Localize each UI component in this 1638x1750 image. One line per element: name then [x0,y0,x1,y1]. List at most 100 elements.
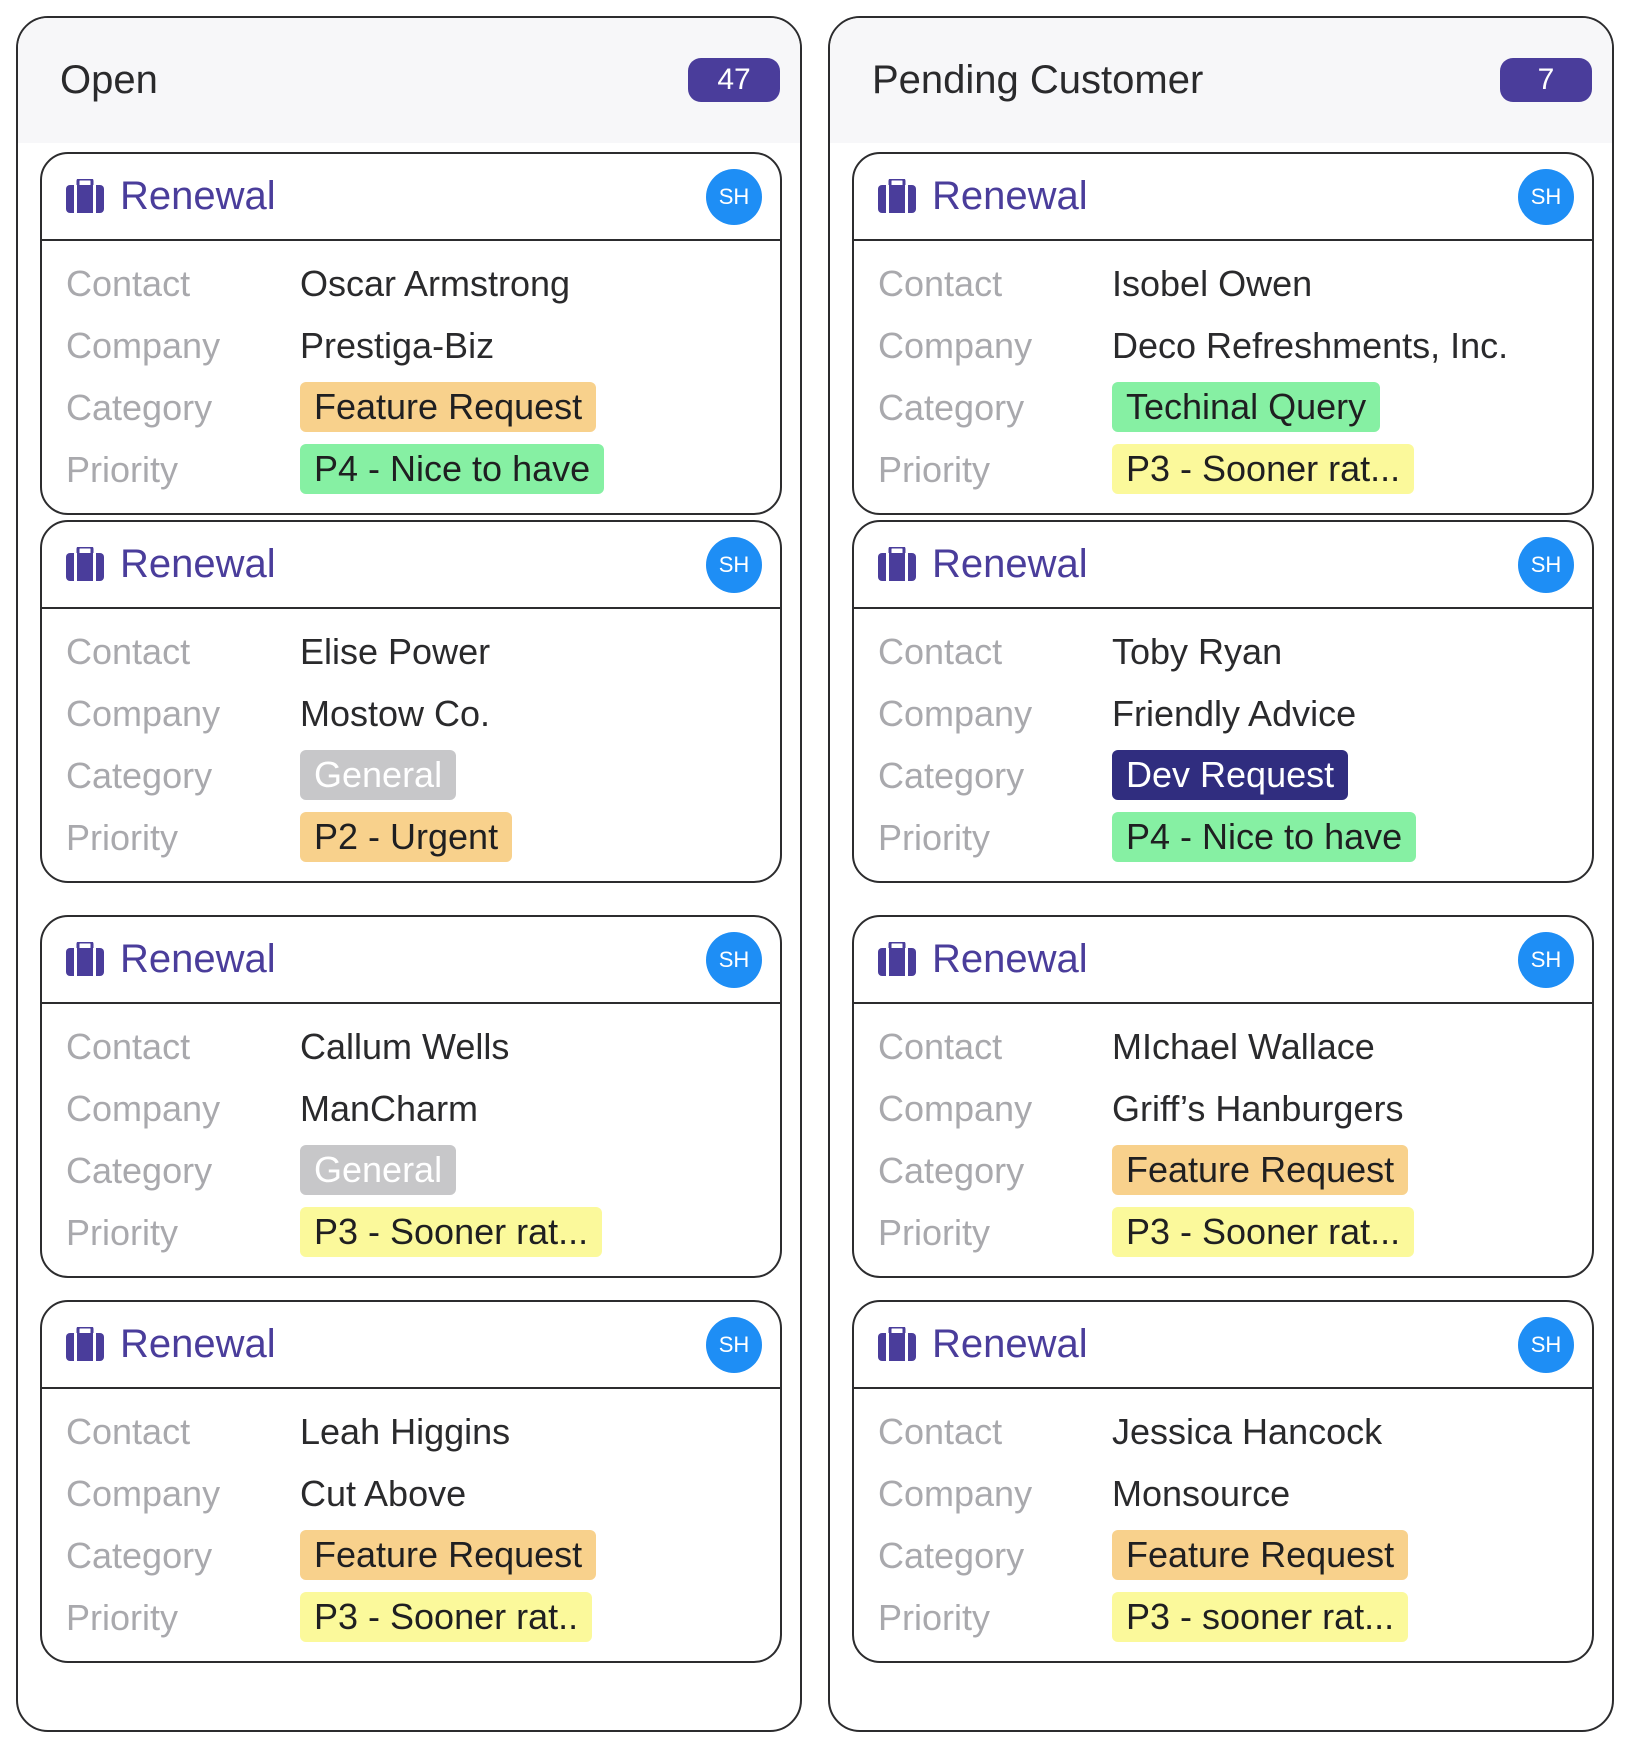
contact-value: Oscar Armstrong [300,263,571,304]
card-header: Renewal SH [42,522,780,609]
assignee-avatar[interactable]: SH [706,932,762,988]
card-title[interactable]: Renewal [932,522,1088,607]
assignee-avatar[interactable]: SH [1518,169,1574,225]
contact-row: Contact MIchael Wallace [854,1016,1592,1078]
company-row: Company Prestiga-Biz [42,315,780,377]
company-label: Company [66,325,221,366]
priority-label: Priority [66,1597,179,1638]
priority-row: Priority P3 - Sooner rat.. [42,1587,780,1649]
category-tag: General [300,1145,457,1195]
ticket-card[interactable]: Renewal SH Contact Isobel Owen Company Deco R… [852,152,1594,515]
ticket-card[interactable]: Renewal SH Contact Oscar Armstrong Company Pr… [40,152,782,515]
card-header: Renewal SH [854,522,1592,609]
contact-value: Toby Ryan [1112,631,1283,672]
category-row: Category Feature Request [854,1140,1592,1202]
ticket-card[interactable]: Renewal SH Contact Leah Higgins Company Cut A… [40,1300,782,1663]
company-value: Monsource [1112,1473,1291,1514]
contact-row: Contact Elise Power [42,621,780,683]
ticket-card[interactable]: Renewal SH Contact Callum Wells Company ManCh… [40,915,782,1278]
column-pending-customer: Pending Customer 7 Renewal SH Contact Isobel … [828,16,1614,1732]
category-label: Category [66,1535,213,1576]
company-label: Company [66,1473,221,1514]
contact-row: Contact Toby Ryan [854,621,1592,683]
card-title[interactable]: Renewal [120,917,276,1002]
contact-label: Contact [878,263,1003,304]
company-value: Griff’s Hanburgers [1112,1088,1404,1129]
company-row: Company Monsource [854,1463,1592,1525]
category-tag: Dev Request [1112,750,1349,800]
contact-label: Contact [878,631,1003,672]
company-row: Company Friendly Advice [854,683,1592,745]
ticket-card[interactable]: Renewal SH Contact MIchael Wallace Company Gr… [852,915,1594,1278]
assignee-avatar[interactable]: SH [706,169,762,225]
company-value: Cut Above [300,1473,467,1514]
briefcase-icon [878,545,916,581]
priority-tag: P4 - Nice to have [300,444,605,494]
contact-value: Jessica Hancock [1112,1411,1383,1452]
card-title[interactable]: Renewal [932,154,1088,239]
column-title: Open [60,58,158,102]
briefcase-icon [66,545,104,581]
card-details: Contact Elise Power Company Mostow Co. Categ… [42,609,780,869]
contact-label: Contact [66,1026,191,1067]
assignee-avatar[interactable]: SH [1518,537,1574,593]
priority-label: Priority [878,1212,991,1253]
ticket-card[interactable]: Renewal SH Contact Toby Ryan Company Friendly… [852,520,1594,883]
category-label: Category [878,1535,1025,1576]
briefcase-icon [66,177,104,213]
column-header: Open 47 [18,18,800,143]
company-row: Company Mostow Co. [42,683,780,745]
contact-label: Contact [66,263,191,304]
briefcase-icon [66,1325,104,1361]
company-value: Friendly Advice [1112,693,1357,734]
assignee-avatar[interactable]: SH [1518,1317,1574,1373]
priority-tag: P3 - Sooner rat.. [300,1592,593,1642]
briefcase-icon [878,177,916,213]
column-open: Open 47 Renewal SH Contact Oscar Armstrong Com… [16,16,802,1732]
card-title[interactable]: Renewal [120,522,276,607]
card-header: Renewal SH [854,1302,1592,1389]
contact-label: Contact [66,631,191,672]
priority-label: Priority [66,817,179,858]
card-header: Renewal SH [854,154,1592,241]
assignee-avatar[interactable]: SH [1518,932,1574,988]
card-details: Contact Oscar Armstrong Company Prestiga-Bi… [42,241,780,501]
contact-row: Contact Jessica Hancock [854,1401,1592,1463]
briefcase-icon [878,940,916,976]
category-tag: Feature Request [300,382,597,432]
category-row: Category General [42,745,780,807]
priority-row: Priority P3 - Sooner rat... [854,439,1592,501]
priority-row: Priority P4 - Nice to have [854,807,1592,869]
card-title[interactable]: Renewal [120,154,276,239]
card-title[interactable]: Renewal [120,1302,276,1387]
category-tag: Feature Request [1112,1530,1409,1580]
priority-tag: P2 - Urgent [300,812,513,862]
priority-label: Priority [66,449,179,490]
card-details: Contact Isobel Owen Company Deco Refreshmen… [854,241,1592,501]
priority-label: Priority [878,817,991,858]
company-label: Company [66,1088,221,1129]
category-label: Category [66,755,213,796]
card-details: Contact Toby Ryan Company Friendly Advice Ca… [854,609,1592,869]
contact-row: Contact Isobel Owen [854,253,1592,315]
card-header: Renewal SH [854,917,1592,1004]
contact-label: Contact [878,1411,1003,1452]
ticket-card[interactable]: Renewal SH Contact Jessica Hancock Company Mo… [852,1300,1594,1663]
company-row: Company Deco Refreshments, Inc. [854,315,1592,377]
category-tag: Feature Request [300,1530,597,1580]
category-tag: General [300,750,457,800]
card-title[interactable]: Renewal [932,917,1088,1002]
priority-tag: P4 - Nice to have [1112,812,1417,862]
priority-label: Priority [878,1597,991,1638]
category-row: Category General [42,1140,780,1202]
ticket-card[interactable]: Renewal SH Contact Elise Power Company Mostow… [40,520,782,883]
assignee-avatar[interactable]: SH [706,537,762,593]
card-details: Contact Jessica Hancock Company Monsource Ca… [854,1389,1592,1649]
category-label: Category [878,755,1025,796]
contact-value: Leah Higgins [300,1411,511,1452]
card-title[interactable]: Renewal [932,1302,1088,1387]
card-details: Contact Leah Higgins Company Cut Above Categ… [42,1389,780,1649]
assignee-avatar[interactable]: SH [706,1317,762,1373]
column-count-badge: 47 [688,58,780,102]
category-label: Category [66,1150,213,1191]
